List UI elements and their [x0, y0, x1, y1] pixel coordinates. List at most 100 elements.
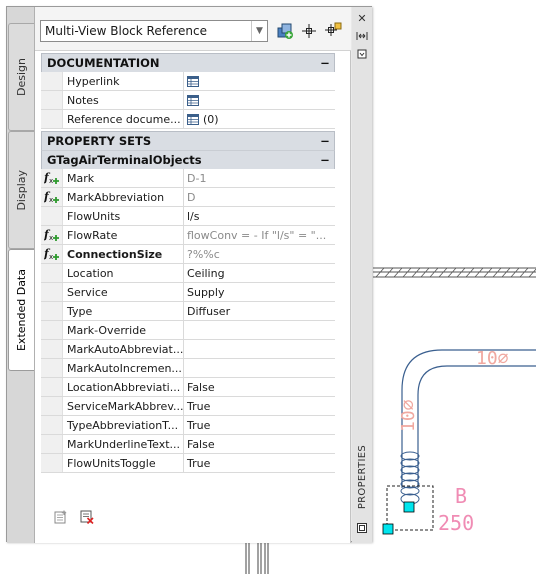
- row-gutter: [41, 302, 63, 320]
- prop-value[interactable]: l/s: [184, 207, 335, 225]
- prop-value[interactable]: [184, 72, 335, 90]
- quick-select-button[interactable]: [275, 21, 295, 41]
- tag-set-rows: f x Mark D-1 f x MarkAbbreviation D FlowUnits l/s…: [41, 169, 335, 473]
- section-property-sets[interactable]: PROPERTY SETS −: [41, 131, 335, 150]
- toggle-pickadd-button[interactable]: [323, 21, 343, 41]
- palette-options-button[interactable]: [355, 521, 369, 535]
- prop-row-location[interactable]: Location Ceiling: [41, 264, 335, 283]
- section-gtag-title: GTagAirTerminalObjects: [47, 153, 202, 167]
- prop-row-flowrate[interactable]: f x FlowRate flowConv = - If "l/s" = "...: [41, 226, 335, 245]
- prop-row-hyperlink[interactable]: Hyperlink: [41, 72, 335, 91]
- prop-value[interactable]: True: [184, 397, 335, 415]
- prop-value[interactable]: Supply: [184, 283, 335, 301]
- tab-design-label: Design: [15, 58, 28, 96]
- prop-value[interactable]: False: [184, 435, 335, 453]
- auto-hide-icon: [356, 32, 368, 40]
- prop-name: MarkAutoIncremen...: [63, 359, 184, 377]
- prop-value[interactable]: [184, 321, 335, 339]
- properties-palette: Design Display Extended Data Multi-View …: [6, 6, 372, 543]
- prop-row-markautoincremen[interactable]: MarkAutoIncremen...: [41, 359, 335, 378]
- palette-toolbar: Multi-View Block Reference ▼: [35, 7, 351, 51]
- duct-size-label-vertical: 10⌀: [398, 399, 419, 432]
- prop-value[interactable]: [184, 340, 335, 358]
- prop-row-mark-override[interactable]: Mark-Override: [41, 321, 335, 340]
- prop-name: FlowUnits: [63, 207, 184, 225]
- grip-center[interactable]: [403, 501, 415, 513]
- prop-name: FlowUnitsToggle: [63, 454, 184, 472]
- prop-name: Mark-Override: [63, 321, 184, 339]
- formula-icon: fx: [41, 188, 63, 206]
- collapse-toggle[interactable]: −: [316, 153, 334, 167]
- row-gutter: [41, 110, 63, 128]
- prop-row-locationabbreviati[interactable]: LocationAbbreviati... False: [41, 378, 335, 397]
- prop-row-notes[interactable]: Notes: [41, 91, 335, 110]
- palette-side-tabs: Design Display Extended Data: [7, 7, 35, 543]
- prop-value[interactable]: [184, 359, 335, 377]
- object-type-select[interactable]: Multi-View Block Reference ▼: [40, 20, 268, 42]
- prop-name: LocationAbbreviati...: [63, 378, 184, 396]
- tab-display[interactable]: Display: [8, 131, 34, 249]
- flex-duct: [400, 451, 420, 505]
- row-gutter: [41, 321, 63, 339]
- prop-row-flowunits[interactable]: FlowUnits l/s: [41, 207, 335, 226]
- section-gtag-air-terminal[interactable]: GTagAirTerminalObjects −: [41, 150, 335, 169]
- object-type-value: Multi-View Block Reference: [45, 24, 207, 38]
- prop-value[interactable]: (0): [184, 110, 335, 128]
- row-gutter: [41, 378, 63, 396]
- add-property-sets-button[interactable]: [53, 509, 69, 525]
- svg-text:x: x: [49, 234, 53, 242]
- prop-row-flowunitstoggle[interactable]: FlowUnitsToggle True: [41, 454, 335, 473]
- prop-name: ConnectionSize: [63, 245, 184, 263]
- prop-value[interactable]: True: [184, 416, 335, 434]
- prop-name: Notes: [63, 91, 184, 109]
- palette-title: PROPERTIES: [355, 437, 369, 517]
- row-gutter: [41, 91, 63, 109]
- table-icon: [187, 75, 199, 87]
- prop-row-connectionsize[interactable]: f x ConnectionSize ?%%c: [41, 245, 335, 264]
- property-grid: DOCUMENTATION − Hyperlink Notes Referenc…: [41, 51, 335, 473]
- prop-value-text: (0): [203, 112, 219, 126]
- duct-run[interactable]: [401, 349, 536, 488]
- section-documentation[interactable]: DOCUMENTATION −: [41, 53, 335, 72]
- palette-title-strip: ✕ PROPERTIES: [352, 7, 372, 543]
- prop-name: Location: [63, 264, 184, 282]
- close-button[interactable]: ✕: [355, 11, 369, 25]
- palette-bottom-toolbar: [53, 509, 95, 525]
- prop-row-mark[interactable]: f x Mark D-1: [41, 169, 335, 188]
- grip-corner[interactable]: [382, 523, 394, 535]
- tab-design[interactable]: Design: [8, 23, 34, 131]
- row-gutter: [41, 397, 63, 415]
- row-gutter: [41, 454, 63, 472]
- crosshair-icon: [302, 24, 316, 38]
- prop-row-markunderlinetext[interactable]: MarkUnderlineText... False: [41, 435, 335, 454]
- row-gutter: [41, 340, 63, 358]
- prop-value[interactable]: Ceiling: [184, 264, 335, 282]
- prop-row-markabbreviation[interactable]: f x MarkAbbreviation D: [41, 188, 335, 207]
- prop-row-service[interactable]: Service Supply: [41, 283, 335, 302]
- row-gutter: [41, 283, 63, 301]
- prop-row-markautoabbreviat[interactable]: MarkAutoAbbreviat...: [41, 340, 335, 359]
- collapse-toggle[interactable]: −: [316, 134, 334, 148]
- auto-hide-button[interactable]: [355, 29, 369, 43]
- prop-row-servicemarkabbrev[interactable]: ServiceMarkAbbrev... True: [41, 397, 335, 416]
- formula-icon: fx: [41, 245, 63, 263]
- formula-icon: fx: [41, 169, 63, 187]
- prop-value[interactable]: False: [184, 378, 335, 396]
- properties-menu-button[interactable]: [355, 47, 369, 61]
- tab-extended-data[interactable]: Extended Data: [8, 249, 34, 371]
- prop-value[interactable]: [184, 91, 335, 109]
- table-icon: [187, 113, 199, 125]
- svg-text:x: x: [49, 196, 53, 204]
- prop-row-typeabbreviationt[interactable]: TypeAbbreviationT... True: [41, 416, 335, 435]
- collapse-toggle[interactable]: −: [316, 56, 334, 70]
- wall-lines-bottom: [245, 540, 269, 574]
- prop-value[interactable]: Diffuser: [184, 302, 335, 320]
- menu-icon: [357, 49, 367, 59]
- prop-name: MarkUnderlineText...: [63, 435, 184, 453]
- prop-value[interactable]: True: [184, 454, 335, 472]
- select-objects-button[interactable]: [299, 21, 319, 41]
- remove-property-sets-button[interactable]: [79, 509, 95, 525]
- prop-row-reference-documents[interactable]: Reference docume... (0): [41, 110, 335, 129]
- prop-row-type[interactable]: Type Diffuser: [41, 302, 335, 321]
- prop-name: Hyperlink: [63, 72, 184, 90]
